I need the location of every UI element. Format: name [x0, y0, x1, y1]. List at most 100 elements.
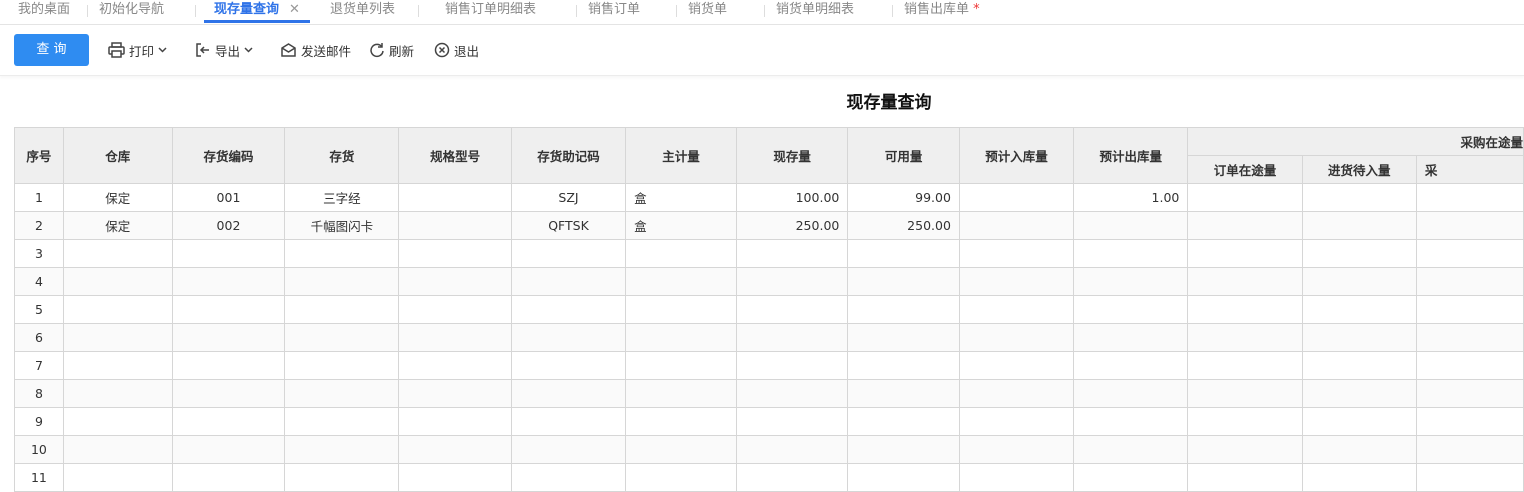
item-link[interactable] [284, 267, 400, 296]
tab-return-list[interactable]: 退货单列表 [330, 0, 395, 22]
close-icon[interactable]: ✕ [289, 2, 300, 17]
order-transit-cell [1187, 351, 1303, 380]
export-button[interactable]: 导出 [195, 39, 253, 61]
header-unit[interactable]: 主计量 [625, 127, 737, 184]
mnemonic-link[interactable] [510, 267, 627, 296]
item-code-link[interactable] [171, 323, 286, 352]
table-row[interactable]: 7 [14, 351, 1524, 380]
item-code-link[interactable] [171, 435, 286, 464]
warehouse-link[interactable] [62, 239, 173, 268]
tab-sales-delivery-detail[interactable]: 销货单明细表 [776, 0, 854, 22]
warehouse-link[interactable] [62, 351, 173, 380]
mnemonic-link[interactable] [510, 435, 627, 464]
header-expected-out[interactable]: 预计出库量 [1073, 127, 1189, 184]
header-available[interactable]: 可用量 [847, 127, 960, 184]
chevron-down-icon [244, 47, 253, 53]
mnemonic-link[interactable] [510, 295, 627, 324]
mnemonic-link[interactable] [510, 463, 627, 492]
mnemonic-link[interactable] [510, 407, 627, 436]
order-transit-cell [1187, 295, 1303, 324]
header-purchase-transit[interactable]: 采购在途量 [1187, 127, 1524, 156]
exit-button[interactable]: 退出 [434, 39, 479, 61]
table-row[interactable]: 4 [14, 267, 1524, 296]
table-row[interactable]: 2 保定 002 千幅图闪卡 QFTSK 盒 250.00 250.00 [14, 211, 1524, 240]
expected-in-cell [958, 407, 1075, 436]
send-email-button[interactable]: 发送邮件 [280, 39, 351, 61]
mnemonic-link[interactable] [510, 239, 627, 268]
warehouse-link[interactable] [62, 323, 173, 352]
item-code-link[interactable] [171, 267, 286, 296]
purchase-cut-cell [1415, 295, 1524, 324]
item-link[interactable] [284, 463, 400, 492]
warehouse-link[interactable]: 保定 [62, 183, 173, 212]
table-row[interactable]: 9 [14, 407, 1524, 436]
warehouse-link[interactable] [62, 407, 173, 436]
purchase-cut-cell [1415, 183, 1524, 212]
item-code-link[interactable] [171, 295, 286, 324]
item-link[interactable] [284, 351, 400, 380]
tab-label: 初始化导航 [99, 2, 165, 17]
item-link[interactable] [284, 323, 400, 352]
warehouse-link[interactable] [62, 435, 173, 464]
item-link[interactable] [284, 407, 400, 436]
receipt-pending-cell [1301, 211, 1417, 240]
available-cell [847, 379, 960, 408]
tab-sales-order-detail[interactable]: 销售订单明细表 [445, 0, 536, 22]
mnemonic-link[interactable] [510, 351, 627, 380]
header-seq[interactable]: 序号 [14, 127, 64, 184]
table-row[interactable]: 8 [14, 379, 1524, 408]
item-code-link[interactable] [171, 239, 286, 268]
item-link[interactable]: 三字经 [284, 183, 400, 212]
table-row[interactable]: 6 [14, 323, 1524, 352]
warehouse-link[interactable] [62, 379, 173, 408]
header-mnemonic[interactable]: 存货助记码 [510, 127, 627, 184]
item-code-link[interactable] [171, 351, 286, 380]
order-transit-cell [1187, 379, 1303, 408]
mnemonic-link[interactable] [510, 323, 627, 352]
tab-sales-order[interactable]: 销售订单 [588, 0, 640, 22]
table-row[interactable]: 3 [14, 239, 1524, 268]
expected-in-cell [958, 463, 1075, 492]
item-code-link[interactable]: 002 [171, 211, 286, 240]
available-cell [847, 239, 960, 268]
header-item-code[interactable]: 存货编码 [171, 127, 286, 184]
table-row[interactable]: 11 [14, 463, 1524, 492]
tab-sales-delivery[interactable]: 销货单 [688, 0, 727, 22]
tab-init-guide[interactable]: 初始化导航 [99, 0, 164, 22]
warehouse-link[interactable] [62, 463, 173, 492]
item-link[interactable]: 千幅图闪卡 [284, 211, 400, 240]
item-link[interactable] [284, 295, 400, 324]
header-order-transit[interactable]: 订单在途量 [1187, 155, 1303, 184]
tab-stock-query[interactable]: 现存量查询 ✕ [204, 0, 310, 23]
item-code-link[interactable]: 001 [171, 183, 286, 212]
item-link[interactable] [284, 435, 400, 464]
warehouse-link[interactable] [62, 267, 173, 296]
header-onhand[interactable]: 现存量 [735, 127, 849, 184]
mnemonic-link[interactable]: QFTSK [510, 211, 627, 240]
item-code-link[interactable] [171, 407, 286, 436]
mnemonic-link[interactable] [510, 379, 627, 408]
item-code-link[interactable] [171, 379, 286, 408]
header-spec[interactable]: 规格型号 [398, 127, 512, 184]
header-expected-in[interactable]: 预计入库量 [958, 127, 1075, 184]
expected-in-cell [958, 323, 1075, 352]
refresh-button[interactable]: 刷新 [369, 39, 414, 61]
tab-desktop[interactable]: 我的桌面 [18, 0, 70, 22]
item-link[interactable] [284, 239, 400, 268]
table-row[interactable]: 10 [14, 435, 1524, 464]
print-button[interactable]: 打印 [108, 39, 167, 61]
query-button[interactable]: 查 询 [14, 34, 89, 66]
tab-sales-outbound[interactable]: 销售出库单 * [904, 0, 980, 22]
mnemonic-link[interactable]: SZJ [510, 183, 627, 212]
warehouse-link[interactable] [62, 295, 173, 324]
header-receipt-pending[interactable]: 进货待入量 [1301, 155, 1417, 184]
tab-label: 现存量查询 [214, 2, 280, 17]
table-row[interactable]: 5 [14, 295, 1524, 324]
header-purchase-cut[interactable]: 采 [1415, 155, 1524, 184]
item-code-link[interactable] [171, 463, 286, 492]
header-item[interactable]: 存货 [284, 127, 400, 184]
item-link[interactable] [284, 379, 400, 408]
table-row[interactable]: 1 保定 001 三字经 SZJ 盒 100.00 99.00 1.00 [14, 183, 1524, 212]
warehouse-link[interactable]: 保定 [62, 211, 173, 240]
header-warehouse[interactable]: 仓库 [62, 127, 173, 184]
